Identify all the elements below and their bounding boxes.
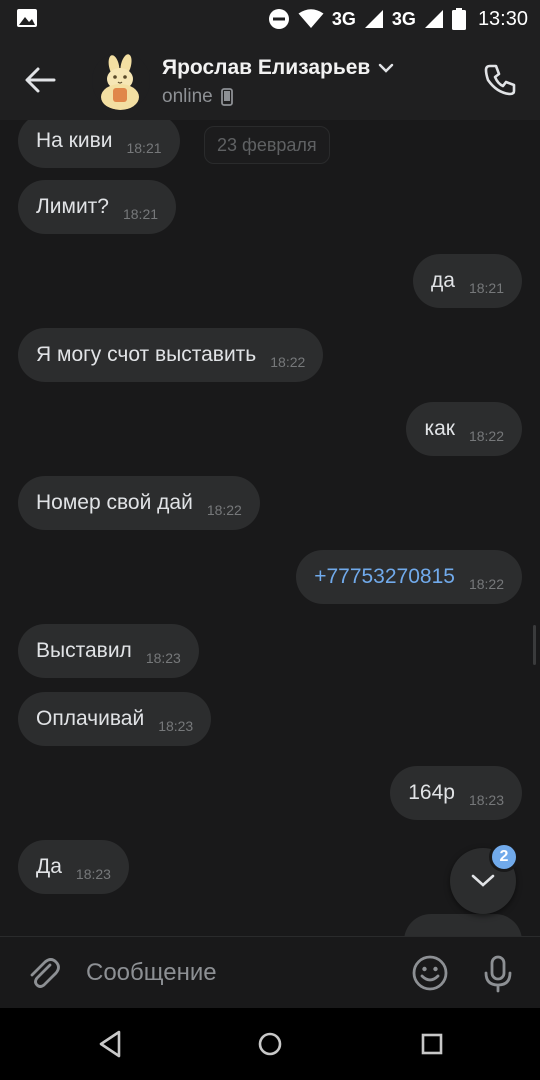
- message-text: Я могу счот выставить: [36, 343, 257, 366]
- message-time: 18:23: [75, 866, 111, 882]
- message-time: 18:23: [158, 718, 194, 734]
- nav-recents-icon[interactable]: [414, 1026, 450, 1062]
- chevron-down-icon: [379, 63, 394, 73]
- message-time: 18:22: [206, 502, 242, 518]
- message-time: 18:21: [126, 140, 162, 156]
- microphone-icon[interactable]: [476, 951, 520, 995]
- unread-count-badge: 2: [489, 842, 519, 872]
- message-bubble-incoming[interactable]: Номер свой дай 18:22: [18, 476, 260, 530]
- mobile-phone-icon: [220, 88, 233, 106]
- contact-name: Ярослав Елизарьев: [162, 56, 371, 79]
- battery-icon: [451, 8, 466, 30]
- message-bubble-outgoing[interactable]: +77753270815 18:22: [296, 550, 522, 604]
- nav-home-icon[interactable]: [252, 1026, 288, 1062]
- clock: 13:30: [477, 7, 528, 30]
- gallery-notification-icon: [17, 9, 37, 27]
- message-bubble-incoming[interactable]: На киви 18:21: [18, 120, 180, 168]
- message-bubble-outgoing[interactable]: как 18:22: [406, 402, 522, 456]
- network-type-label: 3G: [331, 8, 356, 29]
- message-text: как: [424, 417, 455, 440]
- message-text: Номер свой дай: [36, 491, 193, 514]
- message-bubble-incoming[interactable]: Да 18:23: [18, 840, 129, 894]
- message-bubble-incoming[interactable]: Оплачивай 18:23: [18, 692, 212, 746]
- contact-status: online: [162, 86, 213, 107]
- scrollbar[interactable]: [533, 625, 536, 665]
- message-text: На киви: [36, 129, 113, 152]
- message-text: 164р: [408, 781, 455, 804]
- message-text: Выставил: [36, 639, 132, 662]
- avatar[interactable]: [92, 52, 150, 110]
- message-time: 18:21: [468, 280, 504, 296]
- wifi-icon: [298, 9, 324, 28]
- contact-status-row: online: [162, 86, 233, 108]
- status-bar: 3G 3G 13:30: [0, 0, 540, 38]
- message-composer: [0, 936, 540, 1008]
- nav-back-icon[interactable]: [92, 1026, 128, 1062]
- signal-strength-icon-2: [424, 10, 443, 28]
- message-time: 18:21: [122, 206, 159, 222]
- message-time: 18:22: [270, 354, 306, 370]
- message-bubble-incoming[interactable]: Лимит? 18:21: [18, 180, 177, 234]
- paperclip-icon[interactable]: [22, 951, 66, 995]
- chevron-down-icon: [471, 874, 495, 887]
- system-navigation-bar: [0, 1008, 540, 1080]
- network-type-label-2: 3G: [391, 8, 416, 29]
- message-time: 18:23: [145, 650, 181, 666]
- message-time: 18:22: [468, 576, 504, 592]
- phone-number-link[interactable]: +77753270815: [314, 565, 455, 589]
- contact-name-row[interactable]: Ярослав Елизарьев: [162, 56, 394, 80]
- phone-call-icon[interactable]: [478, 58, 522, 102]
- message-text: Оплачивай: [36, 707, 145, 730]
- message-text: да: [431, 269, 455, 292]
- message-bubble-outgoing[interactable]: 164р 18:23: [390, 766, 522, 820]
- message-bubble-incoming[interactable]: Выставил 18:23: [18, 624, 199, 678]
- back-arrow-icon[interactable]: [18, 58, 62, 102]
- message-bubble-incoming[interactable]: Я могу счот выставить 18:22: [18, 328, 324, 382]
- signal-strength-icon: [364, 10, 383, 28]
- message-time: 18:23: [468, 792, 504, 808]
- message-list[interactable]: На киви 18:21 23 февраля Лимит? 18:21 да…: [0, 120, 540, 936]
- message-bubble-outgoing[interactable]: да 18:21: [413, 254, 522, 308]
- message-input[interactable]: [86, 953, 386, 993]
- message-bubble-outgoing-partial[interactable]: [404, 914, 522, 936]
- chat-header: Ярослав Елизарьев online: [0, 38, 540, 120]
- message-text: Да: [36, 855, 62, 878]
- message-time: 18:22: [468, 428, 504, 444]
- date-separator: 23 февраля: [204, 126, 330, 164]
- do-not-disturb-icon: [268, 9, 289, 29]
- emoji-icon[interactable]: [408, 951, 452, 995]
- message-text: Лимит?: [36, 195, 109, 218]
